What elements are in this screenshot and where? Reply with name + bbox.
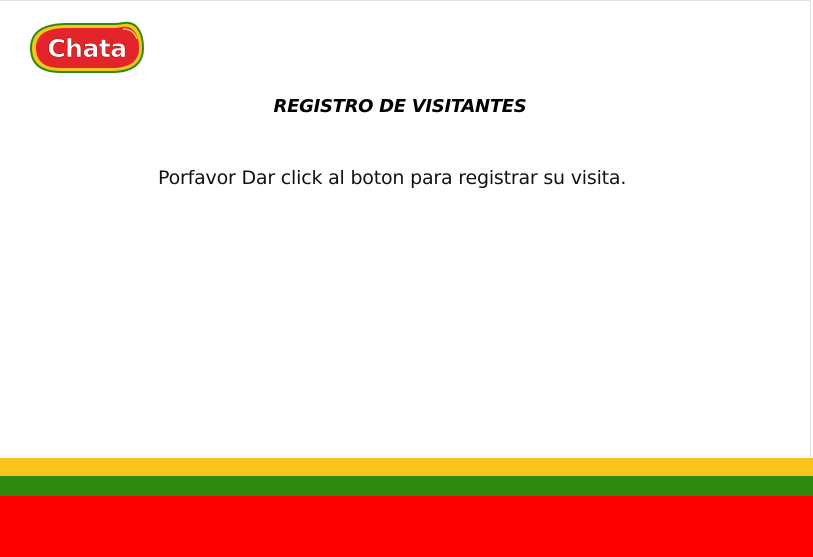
- logo-text: Chata: [47, 34, 126, 63]
- chata-logo: Chata: [27, 21, 145, 75]
- page-title: REGISTRO DE VISITANTES: [273, 96, 527, 117]
- footer-stripe-red: [0, 496, 813, 557]
- instruction-text: Porfavor Dar click al boton para registr…: [158, 167, 627, 189]
- footer-stripe-green: [0, 476, 813, 496]
- footer-stripe-yellow: [0, 458, 813, 476]
